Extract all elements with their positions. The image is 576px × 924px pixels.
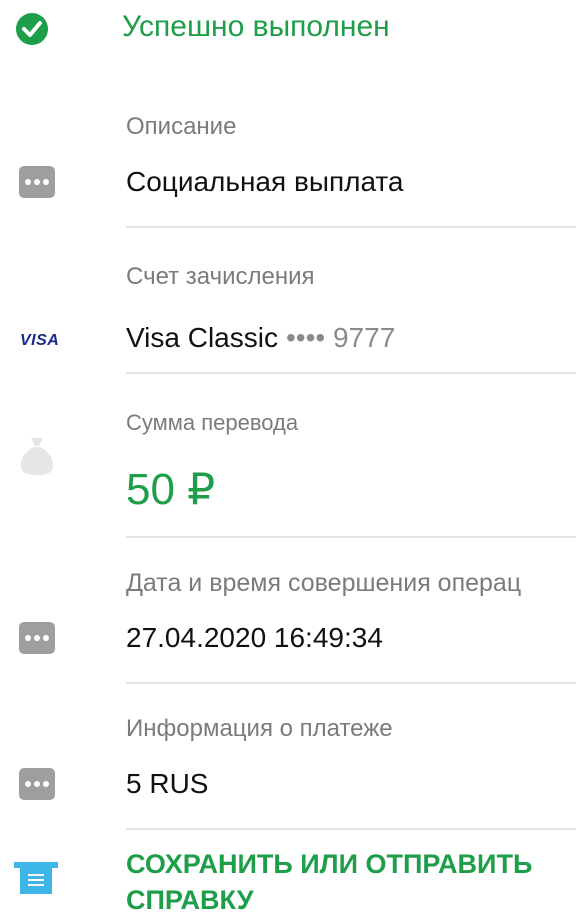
description-label: Описание <box>126 113 237 140</box>
save-or-send-receipt-button[interactable]: СОХРАНИТЬ ИЛИ ОТПРАВИТЬ СПРАВКУ <box>126 846 566 918</box>
amount-value: 50 ₽ <box>126 465 216 514</box>
description-value: Социальная выплата <box>126 166 404 197</box>
account-label: Счет зачисления <box>126 263 315 290</box>
receipt-icon[interactable] <box>14 862 58 899</box>
amount-label: Сумма перевода <box>126 410 299 435</box>
payment-info-value: 5 RUS <box>126 768 209 799</box>
visa-logo-icon: VISA <box>20 332 60 349</box>
datetime-label: Дата и время совершения операц <box>126 569 522 597</box>
money-bag-icon <box>18 436 56 481</box>
more-dots-icon[interactable] <box>19 622 55 654</box>
divider <box>126 682 576 684</box>
divider <box>126 536 576 538</box>
more-dots-icon[interactable] <box>19 166 55 198</box>
card-masked-number: •••• 9777 <box>285 322 396 353</box>
divider <box>126 372 576 374</box>
datetime-value: 27.04.2020 16:49:34 <box>126 622 383 653</box>
status-text: Успешно выполнен <box>122 10 390 43</box>
card-name: Visa Classic <box>126 322 278 353</box>
check-circle-icon <box>16 13 48 45</box>
more-dots-icon[interactable] <box>19 768 55 800</box>
divider <box>126 226 576 228</box>
account-value: Visa Classic •••• 9777 <box>126 322 395 354</box>
divider <box>126 828 576 830</box>
payment-info-label: Информация о платеже <box>126 715 393 742</box>
